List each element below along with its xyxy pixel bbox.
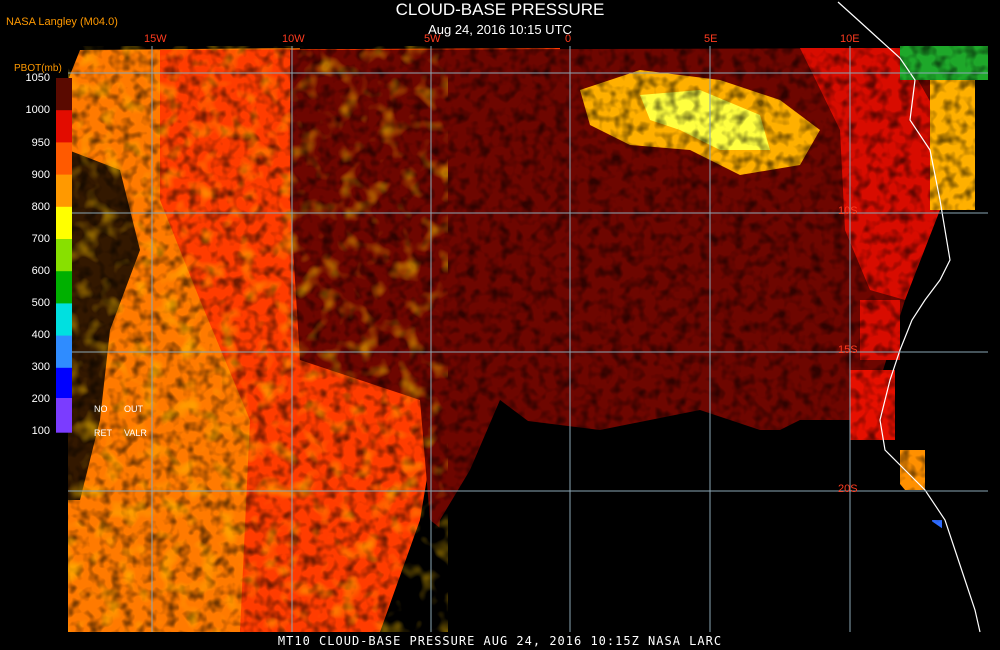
longitude-label: 10E (840, 33, 860, 45)
legend-swatch (56, 78, 72, 111)
legend-tick: 600 (31, 265, 50, 277)
latitude-label: 15S (838, 344, 858, 356)
provider-label: NASA Langley (M04.0) (6, 16, 118, 28)
legend-tick: 300 (31, 361, 50, 373)
legend-nodata-label: VALR (124, 428, 147, 438)
legend-nodata-label: RET (94, 428, 112, 438)
footer-caption: MT10 CLOUD-BASE PRESSURE AUG 24, 2016 10… (277, 634, 723, 648)
legend-tick: 1050 (25, 72, 50, 84)
legend-tick: 700 (31, 233, 50, 245)
longitude-label: 5W (424, 33, 441, 45)
legend-nodata-box (56, 398, 72, 430)
latitude-label: 10S (838, 205, 858, 217)
longitude-label: 15W (144, 33, 167, 45)
longitude-label: 5E (704, 33, 718, 45)
legend-swatch (56, 271, 72, 304)
legend-colorbar (56, 78, 72, 433)
legend-swatch (56, 367, 72, 401)
longitude-label: 0 (565, 33, 572, 45)
cloud-base-pressure-map (56, 1, 988, 633)
legend-tick: 500 (31, 297, 50, 309)
legend-swatch (56, 110, 72, 143)
speckle-overlay-orange (68, 46, 448, 632)
longitude-label: 10W (282, 33, 305, 45)
legend-swatch (56, 239, 72, 272)
legend-tick: 200 (31, 393, 50, 405)
legend-swatch (56, 303, 72, 337)
legend-nodata-label: OUT (124, 404, 143, 414)
legend-tick: 800 (31, 201, 50, 213)
legend-tick: 400 (31, 329, 50, 341)
legend-swatch (56, 335, 72, 369)
legend-tick: 950 (31, 137, 50, 149)
map-title: CLOUD-BASE PRESSURE (395, 0, 605, 19)
legend-tick: 1000 (25, 104, 50, 116)
latitude-label: 20S (838, 483, 858, 495)
legend-nodata-label: NO (94, 404, 108, 414)
legend-swatch (56, 206, 72, 240)
legend-swatch (56, 142, 72, 176)
legend-swatch (56, 174, 72, 208)
legend-tick: 900 (31, 169, 50, 181)
legend-tick: 100 (31, 425, 50, 437)
